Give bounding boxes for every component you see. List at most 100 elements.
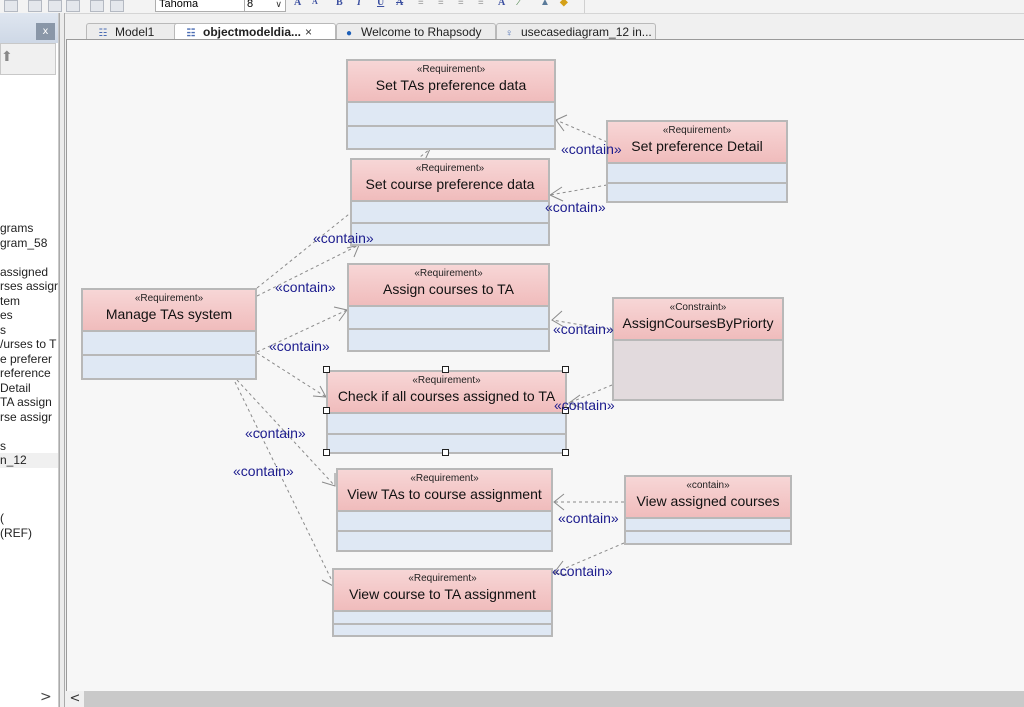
resize-handle[interactable] [562, 366, 569, 373]
tree-item[interactable] [0, 497, 58, 512]
node-header: «Requirement» Assign courses to TA [349, 265, 548, 307]
tab-usecasediagram[interactable]: ♀ usecasediagram_12 in... [496, 23, 656, 40]
node-header: «Requirement» Set preference Detail [608, 122, 786, 164]
panel-splitter[interactable] [59, 13, 65, 707]
tree-item[interactable]: tem [0, 294, 58, 309]
resize-handle[interactable] [442, 366, 449, 373]
tab-objectmodeldiagram[interactable]: ☷ objectmodeldia... × [174, 23, 336, 40]
node-stereotype: «Requirement» [408, 573, 477, 584]
requirement-set-course-preference-data[interactable]: «Requirement» Set course preference data [350, 158, 550, 246]
tab-label: usecasediagram_12 in... [521, 25, 652, 39]
tree-item[interactable]: TA assign [0, 395, 58, 410]
navigate-up-button[interactable]: ⬆ [0, 43, 56, 75]
bullets-icon[interactable]: ≡ [478, 0, 484, 8]
node-header: «Requirement» Manage TAs system [83, 290, 255, 332]
line-color-icon[interactable]: ∕ [518, 0, 520, 8]
node-name: Set TAs preference data [375, 77, 527, 93]
underline-button[interactable]: U [377, 0, 384, 8]
same-width-icon[interactable] [90, 0, 104, 12]
tree-item[interactable] [0, 250, 58, 265]
align-left-text-icon[interactable]: ≡ [418, 0, 424, 8]
edge-label[interactable]: «contain» [269, 338, 330, 354]
requirement-manage-tas-system[interactable]: «Requirement» Manage TAs system [81, 288, 257, 380]
edge-label[interactable]: «contain» [313, 230, 374, 246]
node-stereotype: «Constraint» [669, 302, 727, 313]
strikethrough-button[interactable]: A [396, 0, 403, 8]
tree-item[interactable]: grams [0, 221, 58, 236]
requirement-assign-courses-to-ta[interactable]: «Requirement» Assign courses to TA [347, 263, 550, 352]
scroll-right-button[interactable]: > [40, 689, 52, 705]
requirement-set-preference-detail[interactable]: «Requirement» Set preference Detail [606, 120, 788, 203]
edge-label[interactable]: «contain» [275, 279, 336, 295]
edge-label[interactable]: «contain» [545, 199, 606, 215]
node-name: Check if all courses assigned to TA [337, 388, 556, 404]
tab-model1[interactable]: ☷ Model1 [86, 23, 182, 40]
tree-item[interactable]: Detail [0, 381, 58, 396]
resize-handle[interactable] [323, 366, 330, 373]
tree-item[interactable]: ) [0, 511, 58, 526]
requirement-view-course-to-ta-assignment[interactable]: «Requirement» View course to TA assignme… [332, 568, 553, 637]
scroll-left-button[interactable]: < [66, 691, 84, 707]
close-panel-button[interactable]: x [36, 23, 55, 40]
tree-item[interactable]: s [0, 439, 58, 454]
tree-item[interactable]: e preferer [0, 352, 58, 367]
tree-item[interactable]: rses assigr [0, 279, 58, 294]
tree-item[interactable]: s [0, 323, 58, 338]
tree-item[interactable] [0, 468, 58, 483]
bold-button[interactable]: B [336, 0, 343, 8]
horizontal-scrollbar[interactable]: < [66, 691, 1024, 707]
compartment-divider [608, 182, 786, 184]
requirement-set-tas-preference-data[interactable]: «Requirement» Set TAs preference data [346, 59, 556, 150]
align-top-icon[interactable] [48, 0, 62, 12]
constraint-assign-courses-by-priority[interactable]: «Constraint» AssignCoursesByPriorty [612, 297, 784, 401]
contain-edge[interactable] [256, 352, 327, 398]
format-painter-icon[interactable]: ◆ [560, 0, 568, 8]
font-size-select[interactable]: 8 ∨ [244, 0, 286, 12]
node-header: «Requirement» Set TAs preference data [348, 61, 554, 103]
tree-item[interactable]: reference [0, 366, 58, 381]
contain-edge[interactable] [234, 381, 336, 588]
tree-item[interactable]: es [0, 308, 58, 323]
edge-label[interactable]: «contain» [233, 463, 294, 479]
shrink-font-button[interactable]: A [312, 0, 318, 6]
fill-color-icon[interactable]: ▲ [540, 0, 550, 8]
tree-item[interactable] [0, 424, 58, 439]
tree-item[interactable]: gram_58 [0, 236, 58, 251]
tree-item[interactable]: urses to T/ [0, 337, 58, 352]
tree-item[interactable]: rse assigr [0, 410, 58, 425]
italic-button[interactable]: I [357, 0, 361, 8]
node-header: «Constraint» AssignCoursesByPriorty [614, 299, 782, 341]
diagram-canvas[interactable]: «Requirement» Set TAs preference data «R… [66, 39, 1024, 692]
tree-item[interactable]: assigned [0, 265, 58, 280]
distribute-icon[interactable] [66, 0, 80, 12]
resize-handle[interactable] [323, 407, 330, 414]
resize-handle[interactable] [323, 449, 330, 456]
align-center-text-icon[interactable]: ≡ [438, 0, 444, 8]
edge-label[interactable]: «contain» [552, 563, 613, 579]
node-stereotype: «Requirement» [416, 64, 486, 75]
resize-handle[interactable] [562, 449, 569, 456]
edge-label[interactable]: «contain» [245, 425, 306, 441]
requirement-view-tas-to-course-assignment[interactable]: «Requirement» View TAs to course assignm… [336, 468, 553, 552]
tree-item[interactable] [0, 482, 58, 497]
edge-label[interactable]: «contain» [558, 510, 619, 526]
edge-label[interactable]: «contain» [553, 321, 614, 337]
tree-item[interactable]: n_12 [0, 453, 58, 468]
resize-handle[interactable] [442, 449, 449, 456]
node-stereotype: «Requirement» [412, 375, 481, 386]
tab-welcome[interactable]: ● Welcome to Rhapsody [336, 23, 496, 40]
edge-label[interactable]: «contain» [561, 141, 622, 157]
font-color-icon[interactable]: A [498, 0, 505, 8]
requirement-check-all-courses-assigned[interactable]: «Requirement» Check if all courses assig… [326, 370, 567, 454]
align-icon[interactable] [4, 0, 18, 12]
close-tab-icon[interactable]: × [305, 25, 312, 39]
same-height-icon[interactable] [110, 0, 124, 12]
grow-font-button[interactable]: A [294, 0, 301, 8]
view-assigned-courses-node[interactable]: «contain» View assigned courses [624, 475, 792, 545]
align-right-text-icon[interactable]: ≡ [458, 0, 464, 8]
arrowhead [333, 306, 348, 322]
edge-label[interactable]: «contain» [554, 397, 615, 413]
align-left-icon[interactable] [28, 0, 42, 12]
contain-edge[interactable] [549, 184, 608, 196]
tree-item[interactable]: (REF) [0, 526, 58, 541]
